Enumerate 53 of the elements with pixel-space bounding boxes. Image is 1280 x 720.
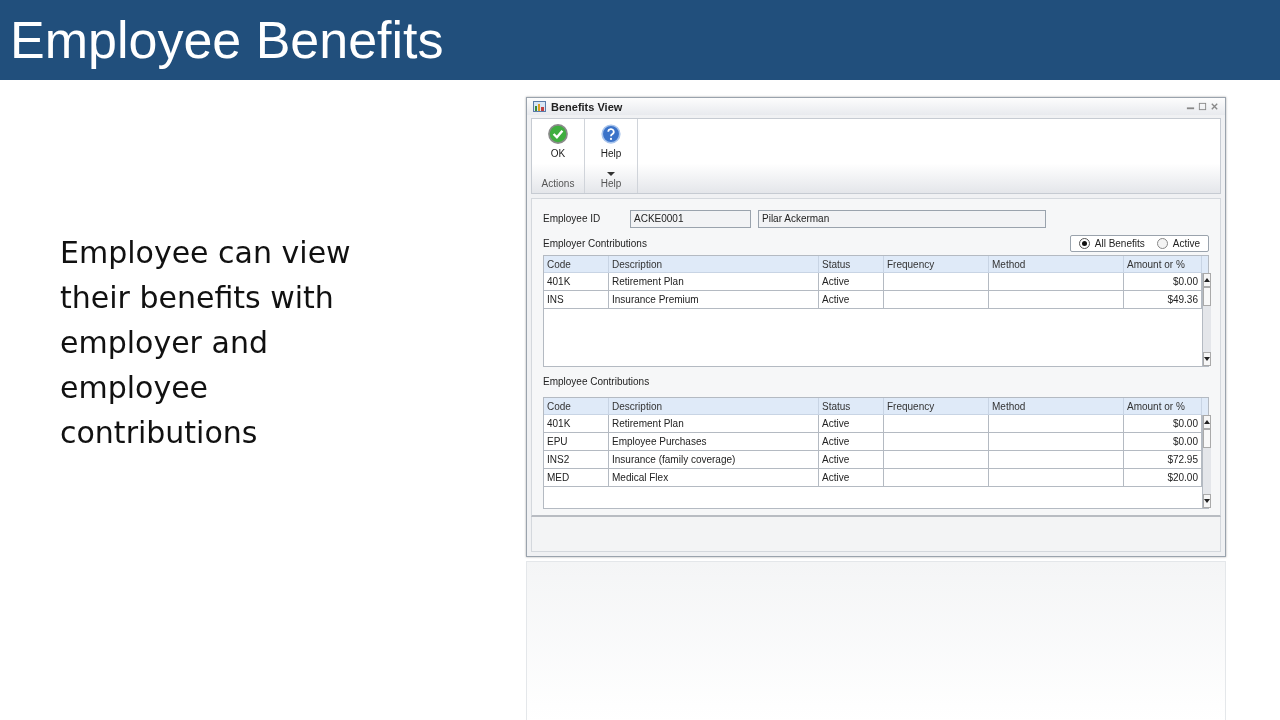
- employee-id-field[interactable]: ACKE0001: [630, 209, 751, 228]
- table-cell: Employee Purchases: [609, 432, 819, 451]
- app-icon: [533, 99, 547, 114]
- radio-button[interactable]: [1156, 238, 1168, 250]
- section-label: Employer Contributions: [543, 238, 647, 250]
- column-header[interactable]: Description: [609, 255, 819, 273]
- table-cell: 401K: [544, 272, 609, 291]
- table-cell: Active: [819, 468, 884, 487]
- table-cell: Active: [819, 272, 884, 291]
- maximize-icon[interactable]: [1198, 102, 1207, 111]
- table-cell: Active: [819, 414, 884, 433]
- employee-name-field[interactable]: Pilar Ackerman: [758, 209, 1046, 228]
- slide-text: Employee can view their benefits with employer and employee contributions: [60, 234, 352, 452]
- column-header[interactable]: Amount or %: [1124, 255, 1202, 273]
- ribbon-group-label: Actions: [541, 177, 575, 191]
- table-cell: Medical Flex: [609, 468, 819, 487]
- table-cell: MED: [544, 468, 609, 487]
- table-cell: INS: [544, 290, 609, 309]
- ribbon-button[interactable]: OK: [541, 119, 575, 178]
- table-cell: Insurance Premium: [609, 290, 819, 309]
- ribbon-button[interactable]: Help: [594, 119, 628, 178]
- radio-button[interactable]: [1078, 238, 1090, 250]
- column-header[interactable]: Amount or %: [1124, 397, 1202, 415]
- slide-title: Employee Benefits: [10, 10, 444, 70]
- column-header[interactable]: Status: [819, 397, 884, 415]
- window-title: Benefits View: [551, 100, 623, 113]
- help-icon: [600, 123, 622, 146]
- close-icon[interactable]: [1210, 102, 1219, 111]
- radio-option[interactable]: Active: [1156, 238, 1200, 250]
- column-header[interactable]: Method: [989, 397, 1124, 415]
- section-label: Employee Contributions: [543, 376, 650, 388]
- column-header[interactable]: Description: [609, 397, 819, 415]
- column-header[interactable]: Code: [544, 397, 609, 415]
- scrollbar[interactable]: [1202, 272, 1211, 366]
- table-cell: Active: [819, 290, 884, 309]
- radio-option[interactable]: All Benefits: [1078, 238, 1145, 250]
- table-cell: Retirement Plan: [609, 414, 819, 433]
- check-icon: [547, 123, 569, 146]
- column-header[interactable]: Frequency: [884, 397, 989, 415]
- table-cell: Active: [819, 450, 884, 469]
- table-cell: EPU: [544, 432, 609, 451]
- scrollbar[interactable]: [1202, 414, 1211, 508]
- ribbon-group-label: Help: [600, 177, 622, 191]
- table-cell: Retirement Plan: [609, 272, 819, 291]
- table-cell: Active: [819, 432, 884, 451]
- field-label: Employee ID: [543, 213, 602, 225]
- column-header[interactable]: Method: [989, 255, 1124, 273]
- table-cell: INS2: [544, 450, 609, 469]
- column-header[interactable]: Code: [544, 255, 609, 273]
- table-cell: 401K: [544, 414, 609, 433]
- column-header[interactable]: Frequency: [884, 255, 989, 273]
- column-header[interactable]: Status: [819, 255, 884, 273]
- table-cell: Insurance (family coverage): [609, 450, 819, 469]
